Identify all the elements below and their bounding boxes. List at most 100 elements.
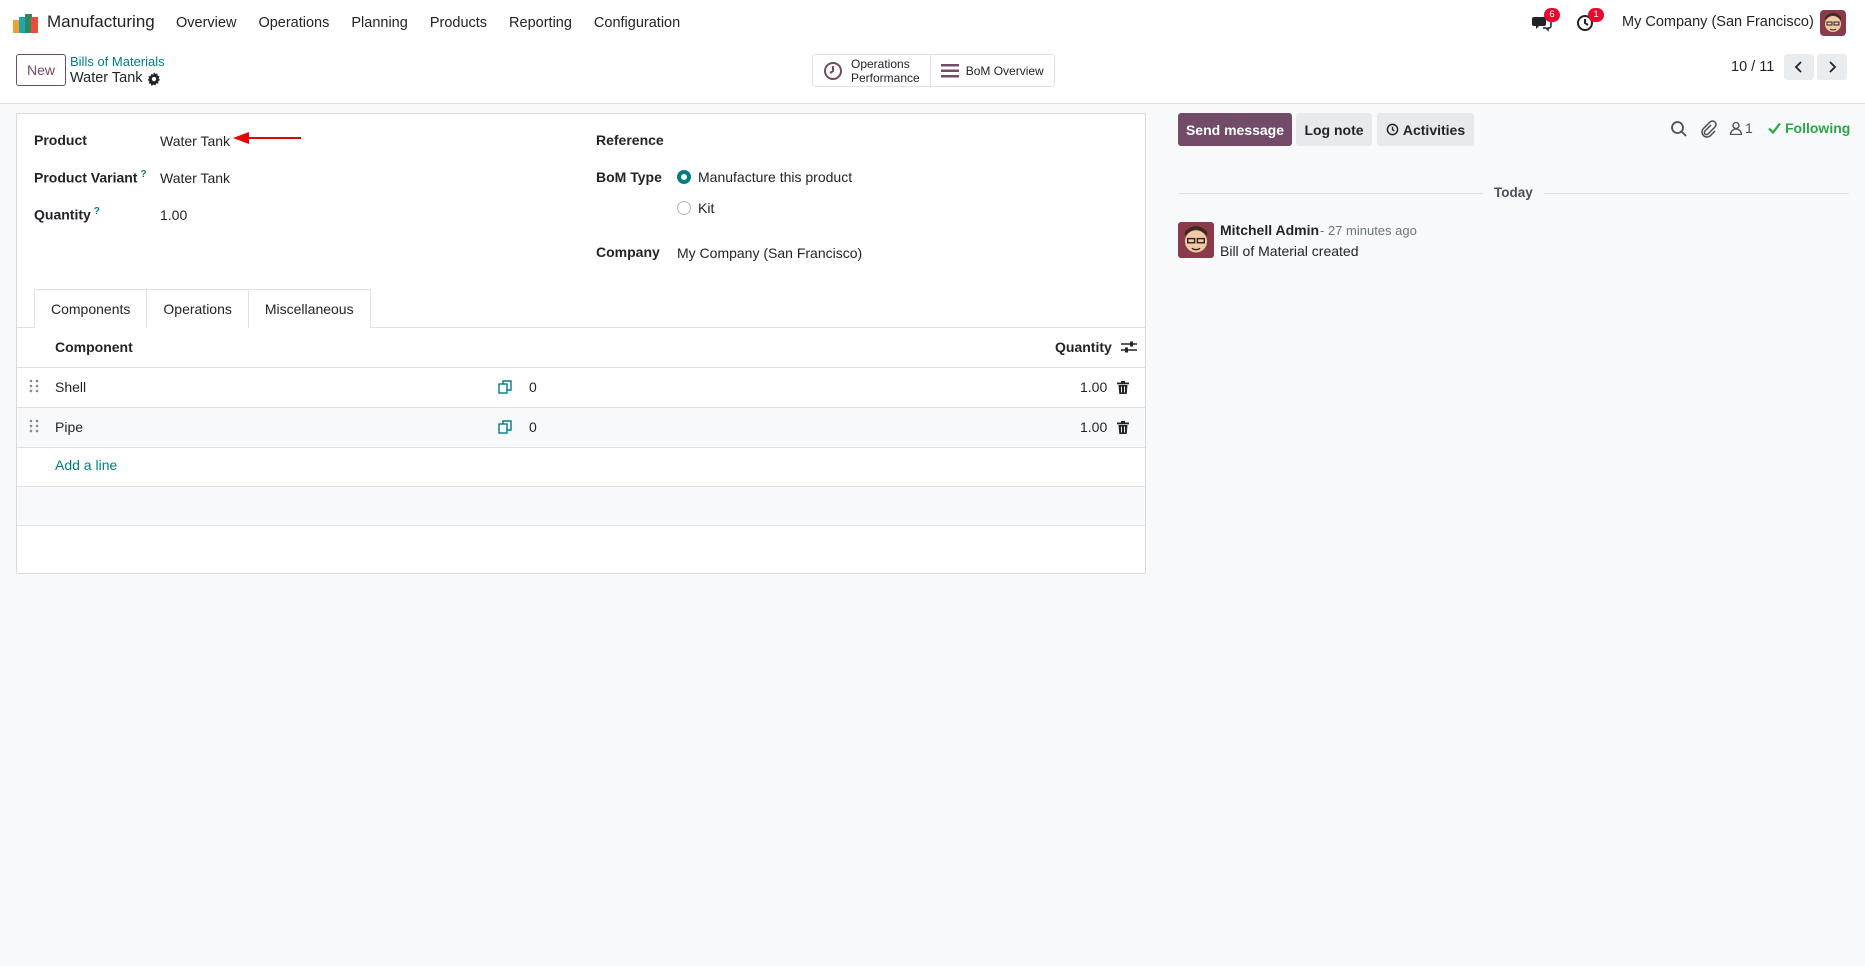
reference-label: Reference [596,132,664,148]
product-variant-field[interactable]: Water Tank [160,170,230,186]
operations-performance-label: Operations Performance [851,57,920,85]
user-avatar-image [1820,10,1846,36]
followers-button[interactable]: 1 [1729,120,1753,136]
breadcrumb-bills-of-materials[interactable]: Bills of Materials [70,54,165,69]
menu-operations[interactable]: Operations [258,15,329,31]
empty-table-row [17,487,1145,525]
messages-count-badge: 6 [1544,8,1560,22]
quantity-label: Quantity? [34,206,100,223]
operations-performance-line1: Operations [851,56,910,71]
breadcrumb-current-record: Water Tank [70,70,143,86]
author-avatar-image [1178,222,1214,258]
component-name[interactable]: Pipe [55,419,83,435]
table-row-divider [17,525,1145,526]
message-timestamp: - 27 minutes ago [1320,223,1417,238]
column-header-quantity[interactable]: Quantity [1055,339,1112,355]
user-avatar[interactable] [1820,10,1846,36]
tab-operations[interactable]: Operations [146,289,249,328]
bom-overview-button[interactable]: BoM Overview [929,55,1054,86]
operations-performance-button[interactable]: Operations Performance [813,55,930,86]
column-header-component[interactable]: Component [55,339,133,355]
menu-overview[interactable]: Overview [176,15,236,31]
paperclip-icon[interactable] [1699,120,1717,138]
clock-icon [1386,123,1399,136]
date-separator-line-right [1544,193,1849,194]
drag-handle-icon[interactable] [29,379,39,393]
pager-previous-button[interactable] [1784,54,1814,80]
activities-button[interactable]: Activities [1377,113,1474,146]
manufacturing-app-icon[interactable] [13,13,39,33]
send-message-button[interactable]: Send message [1178,113,1292,146]
pager-value[interactable]: 10 / 11 [1731,59,1774,75]
menu-configuration[interactable]: Configuration [594,15,680,31]
company-label: Company [596,244,660,260]
control-panel: New Bills of Materials Water Tank Operat… [0,46,1865,104]
component-name[interactable]: Shell [55,379,86,395]
message-body: Bill of Material created [1220,243,1359,259]
activities-label: Activities [1402,121,1466,138]
activities-count-badge: 1 [1588,8,1604,22]
company-field[interactable]: My Company (San Francisco) [677,245,862,261]
table-row-divider [17,447,1145,448]
tab-components[interactable]: Components [34,289,148,328]
copy-icon[interactable] [498,420,512,434]
copy-icon[interactable] [498,380,512,394]
bom-type-kit-label[interactable]: Kit [698,200,714,216]
product-variant-label: Product Variant? [34,169,147,186]
bom-type-manufacture-radio[interactable] [677,170,691,184]
tab-miscellaneous[interactable]: Miscellaneous [247,289,371,328]
activities-button[interactable]: 1 [1576,8,1604,33]
main-menu: Overview Operations Planning Products Re… [176,15,702,31]
following-label: Following [1785,120,1851,136]
trash-icon[interactable] [1117,421,1129,434]
operations-performance-line2: Performance [851,70,920,85]
component-quantity[interactable]: 1.00 [1080,379,1107,395]
date-separator: Today [1494,185,1533,200]
component-quantity[interactable]: 1.00 [1080,419,1107,435]
user-icon [1729,121,1743,135]
gear-icon[interactable] [147,72,161,86]
chevron-right-icon [1829,61,1837,73]
message-author[interactable]: Mitchell Admin [1220,222,1319,238]
add-a-line-link[interactable]: Add a line [55,457,117,473]
drag-handle-icon[interactable] [29,419,39,433]
help-tooltip-icon[interactable]: ? [140,169,146,180]
bom-type-kit-radio[interactable] [677,201,691,215]
bom-overview-label: BoM Overview [965,63,1044,78]
pager-next-button[interactable] [1817,54,1847,80]
bom-type-label: BoM Type [596,169,662,185]
avatar[interactable] [1178,222,1214,258]
bom-form-sheet: Product Water Tank Product Variant? Wate… [16,113,1146,574]
clock-icon [824,61,842,80]
app-name[interactable]: Manufacturing [47,12,155,32]
optional-columns-icon[interactable] [1121,340,1137,354]
bom-type-manufacture-label[interactable]: Manufacture this product [698,169,852,185]
followers-count: 1 [1745,120,1753,136]
quantity-field[interactable]: 1.00 [160,207,187,223]
company-switcher[interactable]: My Company (San Francisco) [1622,14,1814,30]
menu-products[interactable]: Products [430,15,487,31]
trash-icon[interactable] [1117,381,1129,394]
help-tooltip-icon[interactable]: ? [94,206,100,217]
messages-button[interactable]: 6 [1532,8,1560,33]
menu-planning[interactable]: Planning [351,15,407,31]
date-separator-line-left [1178,193,1483,194]
top-navbar: Manufacturing Overview Operations Planni… [0,0,1865,46]
form-tabs: Components Operations Miscellaneous [34,289,371,328]
annotation-arrow-icon [233,132,301,144]
chevron-left-icon [1794,61,1802,73]
product-field[interactable]: Water Tank [160,133,230,149]
product-variant-label-text: Product Variant [34,169,138,186]
smart-buttons: Operations Performance BoM Overview [812,54,1055,87]
log-note-button[interactable]: Log note [1296,113,1372,146]
component-availability: 0 [529,379,537,395]
bars-icon [940,63,959,77]
new-button[interactable]: New [16,54,66,86]
component-availability: 0 [529,419,537,435]
product-label: Product [34,132,87,148]
search-icon[interactable] [1670,120,1688,138]
menu-reporting[interactable]: Reporting [509,15,572,31]
table-row[interactable]: Pipe 0 1.00 [17,408,1145,447]
following-button[interactable]: Following [1768,120,1850,136]
table-header-divider [17,367,1145,368]
